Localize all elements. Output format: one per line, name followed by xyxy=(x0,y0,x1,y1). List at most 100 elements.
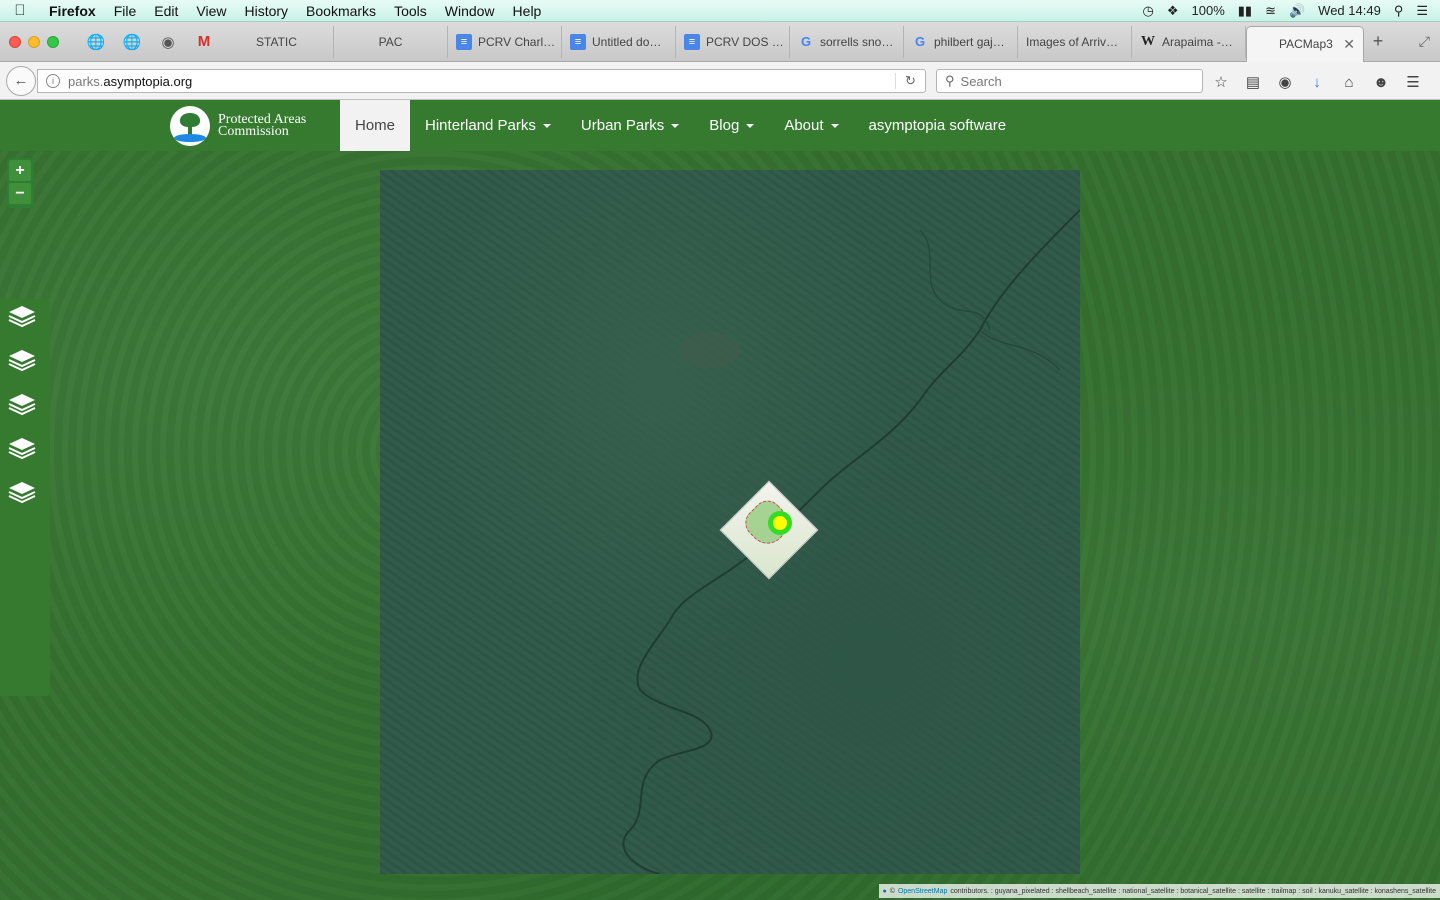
search-icon: ⚲ xyxy=(945,73,955,88)
layers-icon xyxy=(8,306,36,328)
hamburger-menu-icon[interactable]: ☰ xyxy=(1402,71,1424,93)
tab-arapaima[interactable]: W Arapaima -… xyxy=(1132,25,1246,58)
nav-about[interactable]: About xyxy=(769,100,853,151)
volume-icon[interactable]: 🔊 xyxy=(1289,3,1305,19)
dropdown-caret-icon xyxy=(830,123,839,128)
nav-asymptopia-software[interactable]: asymptopia software xyxy=(854,100,1022,151)
fullscreen-icon[interactable]: ⤢ xyxy=(1419,33,1440,50)
wikipedia-icon: W xyxy=(1141,33,1155,49)
menu-tools[interactable]: Tools xyxy=(385,3,436,19)
osm-link[interactable]: OpenStreetMap xyxy=(898,888,947,895)
home-icon[interactable]: ⌂ xyxy=(1338,71,1360,93)
dropdown-caret-icon xyxy=(746,123,755,128)
google-icon: G xyxy=(800,34,812,49)
chat-icon[interactable]: ☻ xyxy=(1370,71,1392,93)
tab-pacmap3-active[interactable]: PACMap3 ✕ xyxy=(1246,25,1364,62)
nav-blog[interactable]: Blog xyxy=(694,100,769,151)
menubar-status-area: ◷ ❖ 100% ▮▮ ≊ 🔊 Wed 14:49 ⚲ ☰ xyxy=(1143,3,1440,19)
tab-philbert-gaj[interactable]: Gphilbert gaj… xyxy=(904,25,1018,58)
dropdown-caret-icon xyxy=(542,123,551,128)
spotlight-icon[interactable]: ⚲ xyxy=(1394,3,1404,19)
battery-icon[interactable]: ▮▮ xyxy=(1238,3,1252,19)
tab-label: Images of Arriv… xyxy=(1026,34,1119,49)
pinned-tab-github-icon[interactable]: ◉ xyxy=(152,26,184,58)
site-nav: Home Hinterland Parks Urban Parks Blog A… xyxy=(340,100,1021,151)
site-header: Protected Areas Commission Home Hinterla… xyxy=(0,100,1440,151)
menu-history[interactable]: History xyxy=(235,3,297,19)
zoom-out-button[interactable]: − xyxy=(9,183,31,204)
tab-pcrv-dos[interactable]: ≡ PCRV DOS … xyxy=(676,25,790,58)
layers-icon xyxy=(8,350,36,372)
layers-icon xyxy=(8,394,36,416)
tab-static[interactable]: STATIC xyxy=(220,25,334,58)
nav-home[interactable]: Home xyxy=(340,100,411,151)
menu-file[interactable]: File xyxy=(105,3,146,19)
tab-label: PAC xyxy=(378,34,403,49)
reading-list-icon[interactable]: ▤ xyxy=(1242,71,1264,93)
new-tab-button[interactable]: + xyxy=(1364,31,1392,52)
bookmark-star-icon[interactable]: ☆ xyxy=(1210,71,1232,93)
zoom-in-button[interactable]: + xyxy=(9,160,31,181)
menu-help[interactable]: Help xyxy=(504,3,551,19)
dropdown-caret-icon xyxy=(671,123,680,128)
time-machine-icon[interactable]: ◷ xyxy=(1143,3,1154,19)
nav-toolbar: ← i parks. asymptopia.org ↻ ⚲ Search ☆ ▤ … xyxy=(0,62,1440,100)
nav-urban-parks[interactable]: Urban Parks xyxy=(566,100,694,151)
wifi-icon[interactable]: ≊ xyxy=(1265,3,1276,19)
nav-label: Home xyxy=(355,117,396,134)
zoom-window-button[interactable] xyxy=(47,35,59,48)
layer-panel xyxy=(0,299,50,696)
layer-toggle-1[interactable] xyxy=(7,304,37,328)
map-attribution: ● © OpenStreetMap contributors. : guyana… xyxy=(878,884,1440,898)
tab-label: STATIC xyxy=(256,34,297,49)
attribution-text: contributors. : guyana_pixelated : shell… xyxy=(950,887,1436,895)
tab-pac[interactable]: PAC xyxy=(334,25,448,58)
search-input[interactable]: ⚲ Search xyxy=(936,69,1203,93)
site-info-icon[interactable]: i xyxy=(46,74,60,88)
battery-percent: 100% xyxy=(1191,3,1225,18)
close-window-button[interactable] xyxy=(9,35,21,48)
nav-label: Blog xyxy=(709,117,740,134)
macos-menubar:  Firefox File Edit View History Bookmar… xyxy=(0,0,1440,22)
url-domain: asymptopia.org xyxy=(103,73,193,89)
tab-images-of-arriv[interactable]: Images of Arriv… xyxy=(1018,25,1132,58)
pinned-tab-globe-icon-2[interactable]: 🌐 xyxy=(116,26,148,58)
nav-label: asymptopia software xyxy=(868,117,1007,134)
layer-toggle-5[interactable] xyxy=(7,480,37,504)
menu-app-name[interactable]: Firefox xyxy=(40,3,105,19)
close-tab-icon[interactable]: ✕ xyxy=(1343,36,1355,53)
menu-edit[interactable]: Edit xyxy=(145,3,187,19)
bluetooth-icon[interactable]: ❖ xyxy=(1167,3,1179,19)
layers-icon xyxy=(8,482,36,504)
minimize-window-button[interactable] xyxy=(28,35,40,48)
tab-pcrv-charl[interactable]: ≡ PCRV Charl… xyxy=(448,25,562,58)
leaflet-icon: ● xyxy=(882,887,887,895)
location-marker[interactable] xyxy=(768,511,792,535)
reload-icon[interactable]: ↻ xyxy=(895,73,925,89)
pocket-icon[interactable]: ◉ xyxy=(1274,71,1296,93)
tab-untitled-doc[interactable]: ≡ Untitled do… xyxy=(562,25,676,58)
back-button[interactable]: ← xyxy=(6,65,36,96)
map-canvas[interactable] xyxy=(0,151,1440,900)
download-icon[interactable]: ↓ xyxy=(1306,71,1328,93)
tab-sorrells-sno[interactable]: Gsorrells sno… xyxy=(790,25,904,58)
layer-toggle-3[interactable] xyxy=(7,392,37,416)
layer-toggle-4[interactable] xyxy=(7,436,37,460)
url-bar[interactable]: i parks. asymptopia.org ↻ xyxy=(37,69,926,93)
docs-icon: ≡ xyxy=(570,33,586,50)
clock[interactable]: Wed 14:49 xyxy=(1318,3,1381,18)
layer-toggle-2[interactable] xyxy=(7,348,37,372)
pinned-tab-globe-icon[interactable]: 🌐 xyxy=(80,26,112,58)
pinned-tab-gmail-icon[interactable]: M xyxy=(188,26,220,58)
menu-window[interactable]: Window xyxy=(436,3,504,19)
menu-bookmarks[interactable]: Bookmarks xyxy=(297,3,385,19)
tab-strip: 🌐 🌐 ◉ M STATIC PAC ≡ PCRV Charl… ≡ Untitle… xyxy=(0,22,1440,62)
tab-label: sorrells sno… xyxy=(820,34,894,49)
menu-view[interactable]: View xyxy=(187,3,235,19)
apple-icon[interactable]:  xyxy=(0,2,40,19)
brand-logo-link[interactable]: Protected Areas Commission xyxy=(170,106,306,146)
notification-center-icon[interactable]: ☰ xyxy=(1416,3,1428,19)
nav-hinterland-parks[interactable]: Hinterland Parks xyxy=(410,100,566,151)
zoom-control: + − xyxy=(7,158,34,208)
tab-label: philbert gaj… xyxy=(934,34,1005,49)
